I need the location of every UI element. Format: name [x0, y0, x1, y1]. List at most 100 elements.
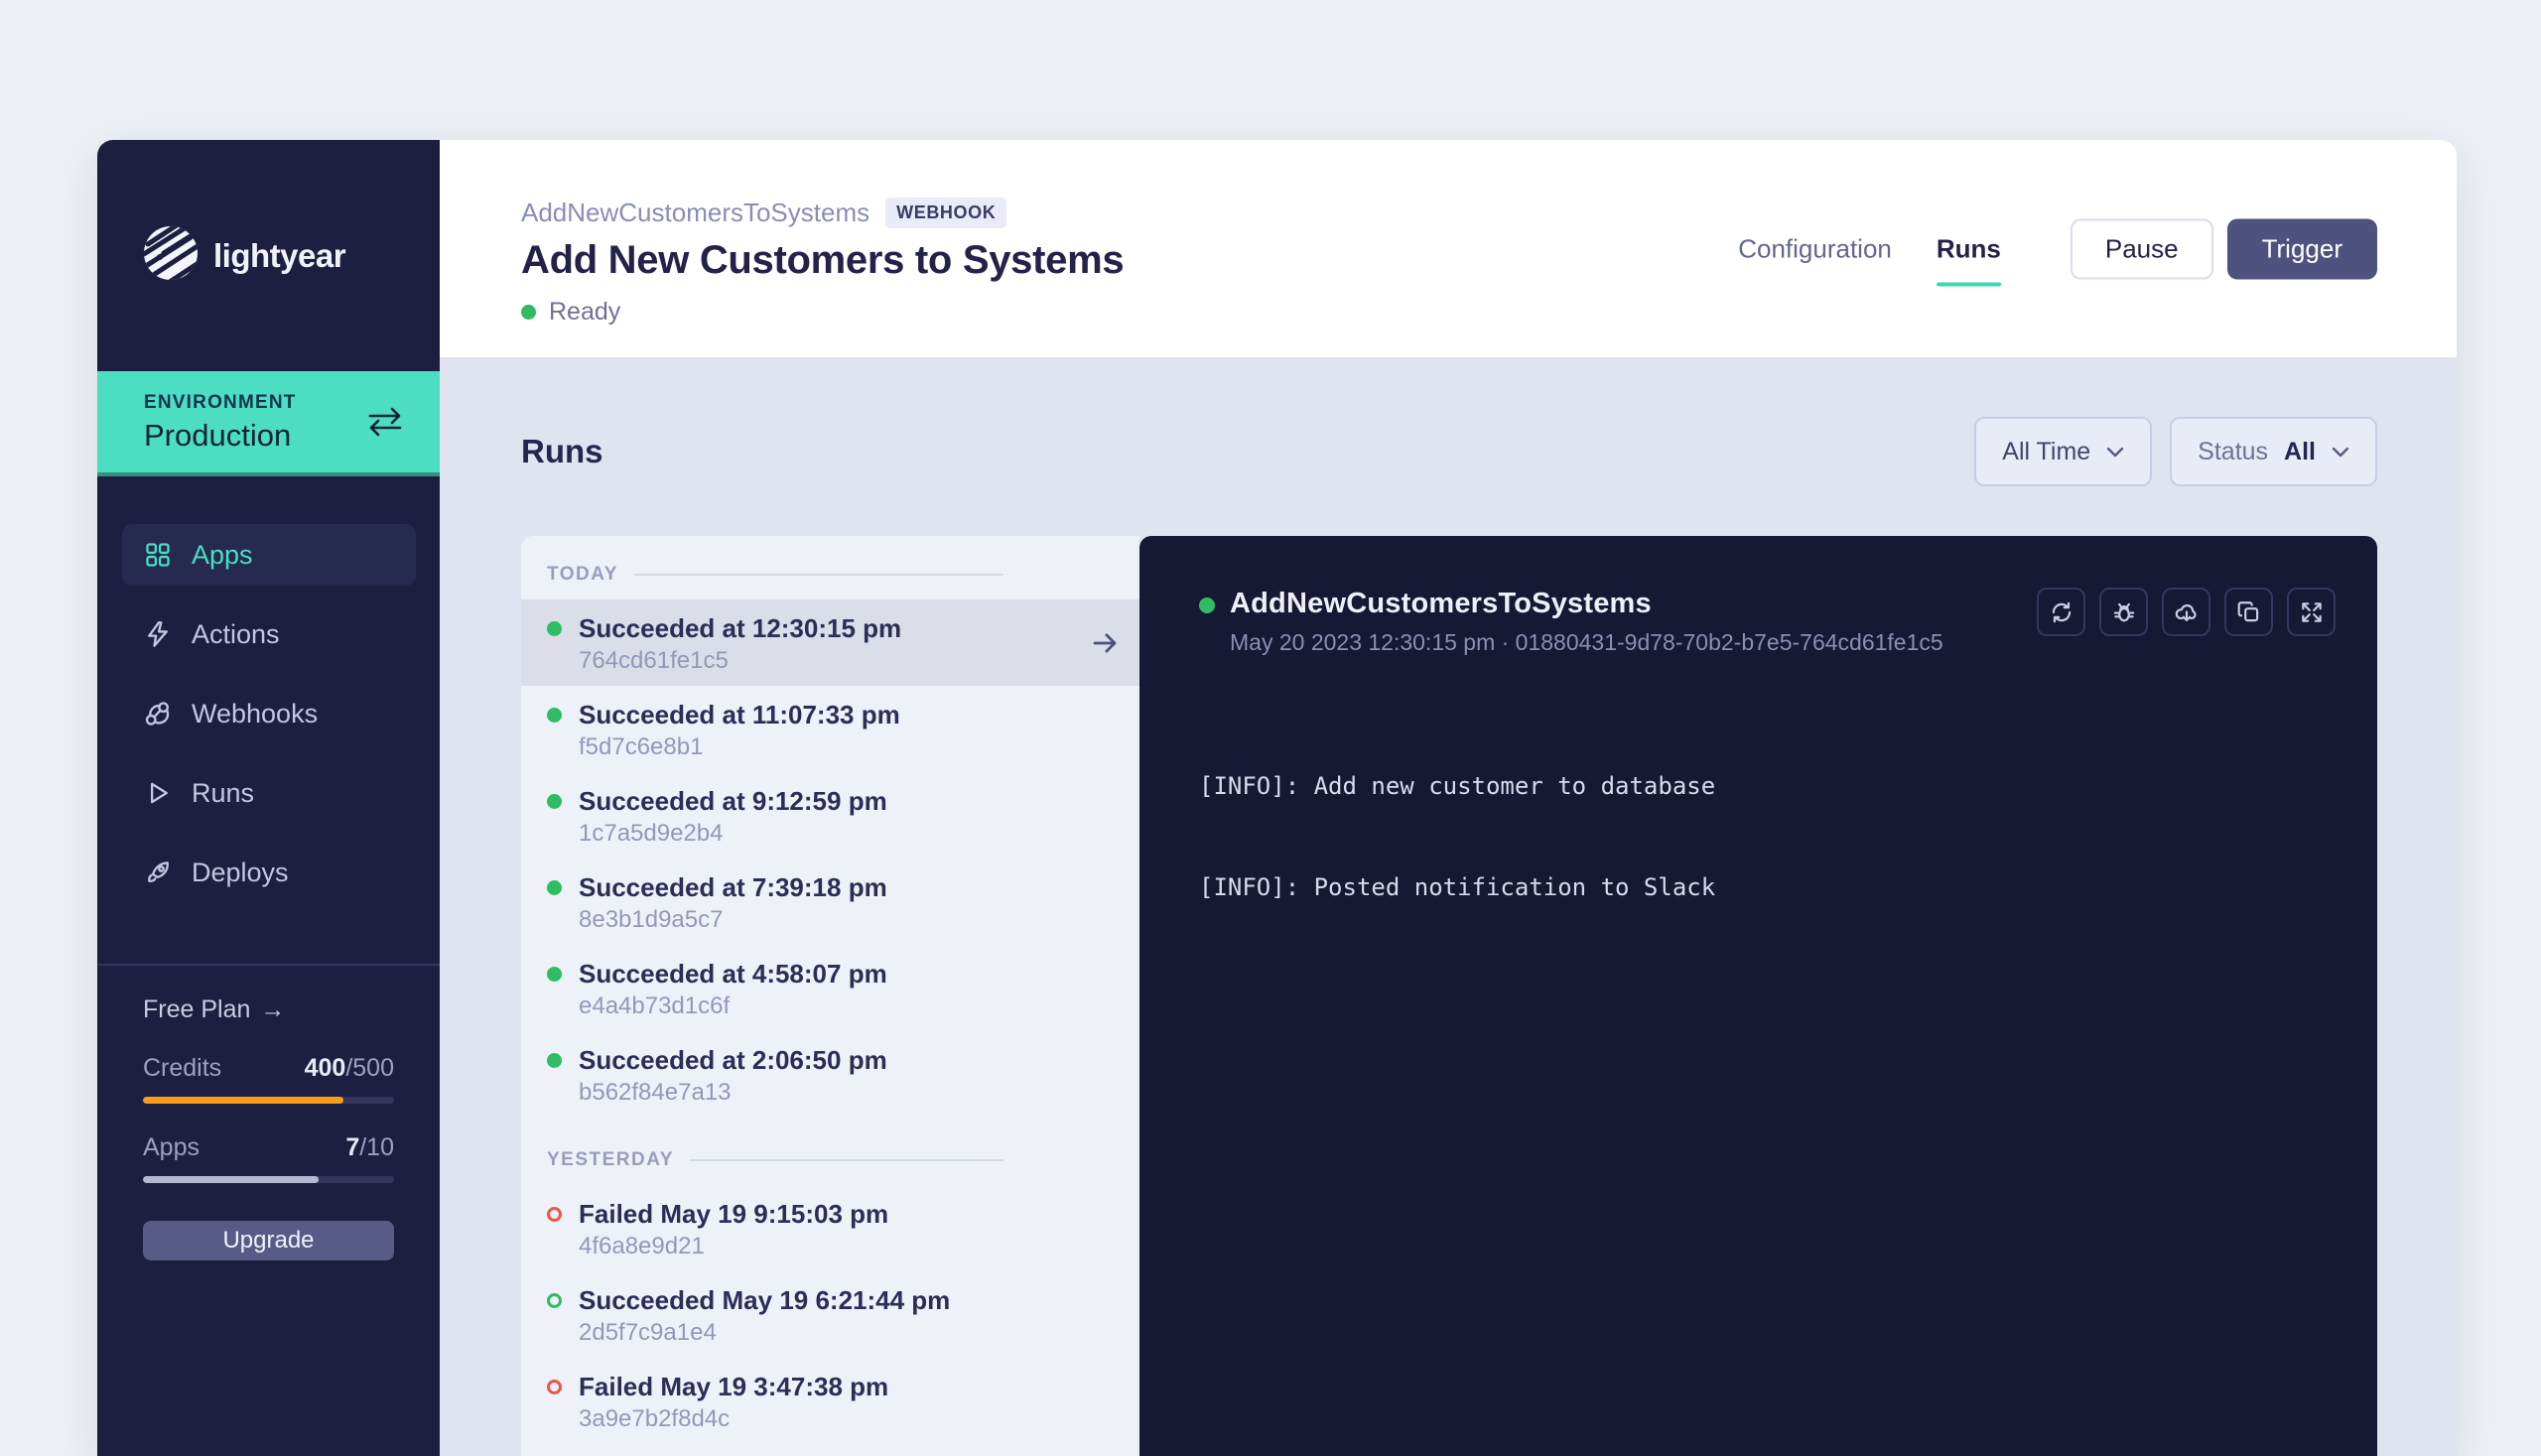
group-label: YESTERDAY — [547, 1149, 674, 1171]
sidebar-item-label: Actions — [192, 619, 280, 650]
app-window: lightyear ENVIRONMENT Production Apps — [97, 140, 2457, 1456]
group-header-today: TODAY — [521, 564, 1139, 586]
cloud-download-icon — [2174, 599, 2200, 625]
success-dot-icon — [547, 967, 562, 982]
sidebar-item-apps[interactable]: Apps — [122, 524, 416, 586]
success-dot-icon — [547, 708, 562, 723]
group-header-yesterday: YESTERDAY — [521, 1149, 1139, 1171]
run-title: Succeeded at 9:12:59 pm — [579, 786, 887, 816]
trigger-button[interactable]: Trigger — [2227, 218, 2377, 279]
environment-name: Production — [144, 418, 403, 454]
pause-button[interactable]: Pause — [2071, 218, 2213, 279]
run-list-item[interactable]: Succeeded at 9:12:59 pm 1c7a5d9e2b4 — [521, 772, 1139, 859]
sidebar: lightyear ENVIRONMENT Production Apps — [97, 140, 440, 1456]
run-detail-panel: AddNewCustomersToSystems May 20 2023 12:… — [1139, 536, 2377, 1456]
run-title: Failed May 19 3:47:38 pm — [579, 1372, 888, 1401]
bug-icon — [2111, 599, 2137, 625]
status-row: Ready — [521, 298, 2457, 327]
run-id: 2d5f7c9a1e4 — [579, 1318, 950, 1348]
sidebar-item-webhooks[interactable]: Webhooks — [122, 683, 416, 744]
webhook-icon — [144, 700, 172, 728]
debug-button[interactable] — [2099, 588, 2148, 636]
apps-used: 7 — [345, 1133, 359, 1161]
run-title: Succeeded at 4:58:07 pm — [579, 959, 887, 989]
download-button[interactable] — [2162, 588, 2210, 636]
brand-logo-icon — [144, 226, 198, 285]
success-dot-icon — [547, 621, 562, 636]
run-log: [INFO]: Add new customer to database [IN… — [1199, 702, 2336, 972]
swap-arrows-icon — [367, 407, 403, 437]
run-list-item[interactable]: Succeeded at 2:06:50 pm b562f84e7a13 — [521, 1031, 1139, 1118]
run-id: 8e3b1d9a5c7 — [579, 905, 887, 935]
credits-usage-row: Credits 400/500 — [143, 1054, 394, 1083]
refresh-button[interactable] — [2037, 588, 2085, 636]
time-filter-dropdown[interactable]: All Time — [1974, 417, 2152, 486]
run-text: Succeeded at 9:12:59 pm 1c7a5d9e2b4 — [579, 786, 887, 849]
run-list-item[interactable]: Failed May 19 3:47:38 pm 3a9e7b2f8d4c — [521, 1358, 1139, 1444]
free-plan-link[interactable]: Free Plan → — [143, 995, 394, 1024]
rocket-icon — [144, 859, 172, 886]
sidebar-item-label: Deploys — [192, 858, 289, 888]
credits-label: Credits — [143, 1054, 221, 1083]
group-label: TODAY — [547, 564, 618, 586]
tab-configuration[interactable]: Configuration — [1738, 233, 1892, 264]
run-text: Succeeded at 2:06:50 pm b562f84e7a13 — [579, 1045, 887, 1108]
run-id: e4a4b73d1c6f — [579, 992, 887, 1021]
header-actions: Configuration Runs Pause Trigger — [1738, 218, 2377, 279]
expand-button[interactable] — [2287, 588, 2336, 636]
credits-progress-bar — [143, 1097, 394, 1104]
success-dot-icon — [547, 880, 562, 895]
run-id: f5d7c6e8b1 — [579, 732, 900, 762]
run-list-item[interactable]: Failed May 19 9:15:03 pm 4f6a8e9d21 — [521, 1185, 1139, 1271]
run-id: 1c7a5d9e2b4 — [579, 819, 887, 849]
success-dot-icon — [547, 1053, 562, 1068]
status-filter-dropdown[interactable]: Status All — [2170, 417, 2377, 486]
apps-progress-bar — [143, 1176, 394, 1183]
run-list-item[interactable]: Succeeded at 4:58:07 pm e4a4b73d1c6f — [521, 945, 1139, 1031]
environment-switcher[interactable]: ENVIRONMENT Production — [97, 371, 440, 476]
run-text: Succeeded at 4:58:07 pm e4a4b73d1c6f — [579, 959, 887, 1021]
run-text: Succeeded at 11:07:33 pm f5d7c6e8b1 — [579, 700, 900, 762]
arrow-right-icon: → — [260, 995, 285, 1024]
play-icon — [144, 779, 172, 807]
run-title: Succeeded at 7:39:18 pm — [579, 872, 887, 902]
divider — [634, 574, 1003, 576]
run-list-item[interactable]: Succeeded at 7:39:18 pm 8e3b1d9a5c7 — [521, 859, 1139, 945]
run-detail-header: AddNewCustomersToSystems May 20 2023 12:… — [1199, 588, 2336, 656]
run-id: 3a9e7b2f8d4c — [579, 1404, 888, 1434]
run-text: Succeeded at 7:39:18 pm 8e3b1d9a5c7 — [579, 872, 887, 935]
brand: lightyear — [97, 140, 440, 371]
run-title: Succeeded at 12:30:15 pm — [579, 613, 901, 643]
breadcrumb-link[interactable]: AddNewCustomersToSystems — [521, 198, 869, 228]
run-list-item[interactable]: Succeeded at 12:30:15 pm 764cd61fe1c5 — [521, 599, 1139, 686]
upgrade-button[interactable]: Upgrade — [143, 1221, 394, 1260]
chevron-down-icon — [2106, 447, 2124, 458]
content-column: AddNewCustomersToSystems WEBHOOK Add New… — [440, 140, 2457, 1456]
run-text: Succeeded at 12:30:15 pm 764cd61fe1c5 — [579, 613, 901, 676]
status-filter-value: All — [2284, 438, 2316, 466]
copy-button[interactable] — [2224, 588, 2273, 636]
tab-runs[interactable]: Runs — [1937, 233, 2001, 264]
run-list-item[interactable]: Succeeded at 11:07:33 pm f5d7c6e8b1 — [521, 686, 1139, 772]
run-id: 4f6a8e9d21 — [579, 1232, 888, 1261]
free-plan-label: Free Plan — [143, 995, 250, 1024]
status-badge: Ready — [549, 298, 620, 327]
credits-value: 400/500 — [305, 1054, 394, 1083]
sidebar-item-actions[interactable]: Actions — [122, 603, 416, 665]
apps-total: /10 — [359, 1133, 394, 1161]
run-list-item[interactable]: Succeeded May 19 6:21:44 pm 2d5f7c9a1e4 — [521, 1271, 1139, 1358]
apps-label: Apps — [143, 1133, 200, 1162]
run-detail-actions — [2037, 588, 2336, 636]
sidebar-item-deploys[interactable]: Deploys — [122, 842, 416, 903]
bolt-icon — [144, 620, 172, 648]
success-ring-icon — [547, 1293, 562, 1308]
credits-used: 400 — [305, 1054, 346, 1082]
run-id: 764cd61fe1c5 — [579, 646, 901, 676]
time-filter-value: All Time — [2002, 438, 2090, 466]
run-title: Failed May 19 9:15:03 pm — [579, 1199, 888, 1229]
copy-icon — [2236, 599, 2262, 625]
failed-ring-icon — [547, 1207, 562, 1222]
sidebar-item-runs[interactable]: Runs — [122, 762, 416, 824]
run-text: Failed May 19 9:15:03 pm 4f6a8e9d21 — [579, 1199, 888, 1261]
brand-name: lightyear — [213, 237, 345, 275]
